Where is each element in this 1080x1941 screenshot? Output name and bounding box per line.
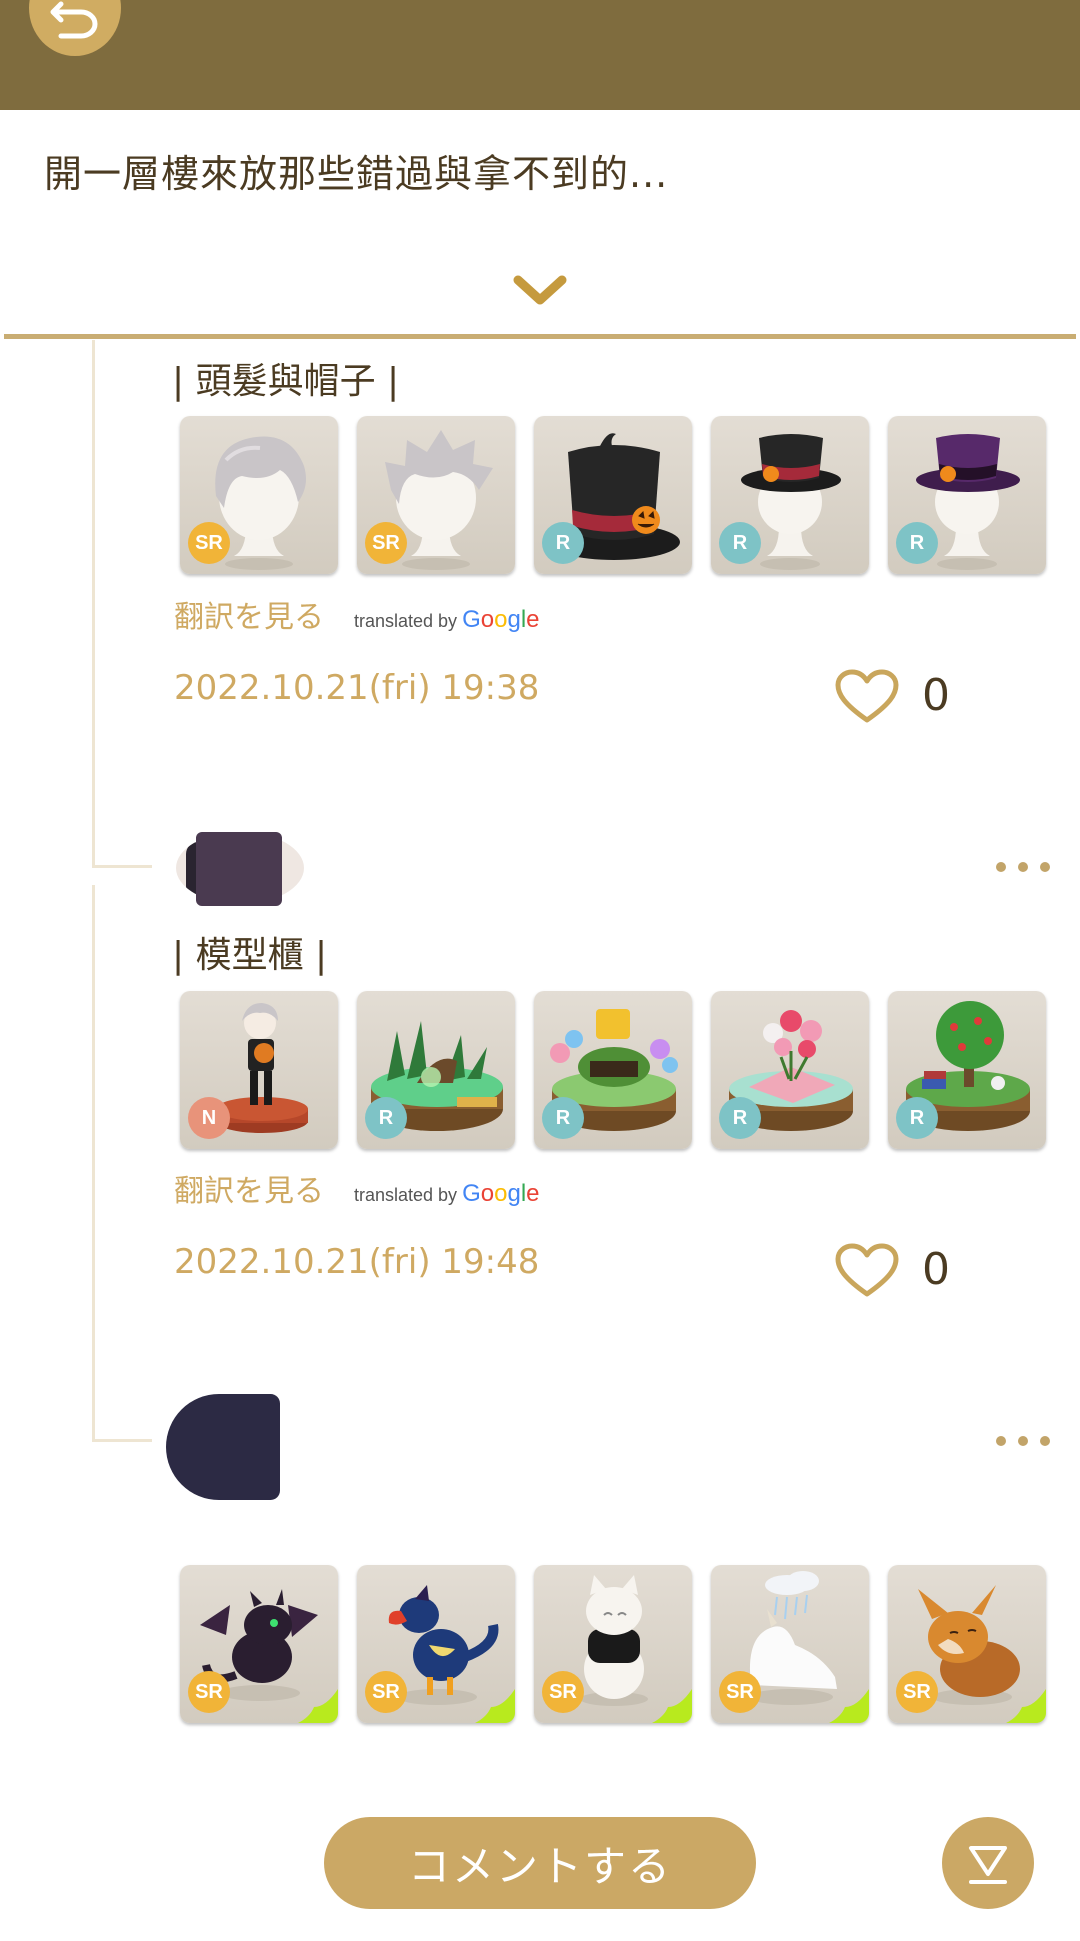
see-translation-link[interactable]: 翻訳を見る [174, 1166, 324, 1210]
post-timestamp: 2022.10.21(fri) 19:48 [174, 1242, 540, 1282]
rarity-badge: R [719, 1097, 761, 1139]
top-bar [0, 0, 1080, 110]
translated-by-label: translated by Google [354, 1180, 540, 1208]
expand-button[interactable] [512, 272, 568, 312]
rarity-badge: R [896, 1097, 938, 1139]
censored-username [196, 832, 282, 906]
google-logo: Google [462, 1180, 539, 1207]
rarity-badge: R [365, 1097, 407, 1139]
item-thumbnail[interactable]: R [534, 416, 692, 574]
item-thumbnail[interactable]: SR [357, 1565, 515, 1723]
censored-avatar[interactable] [166, 1394, 280, 1500]
undo-arrow-icon [50, 1, 98, 39]
item-thumbnail[interactable]: R [711, 991, 869, 1149]
item-thumbnail[interactable]: SR [180, 416, 338, 574]
google-logo-letter: g [507, 606, 521, 633]
rarity-badge: R [542, 522, 584, 564]
item-thumbnail[interactable]: SR [534, 1565, 692, 1723]
google-logo: Google [462, 606, 539, 633]
more-dot [1018, 862, 1028, 872]
item-thumbnail[interactable]: SR [888, 1565, 1046, 1723]
rarity-badge: SR [896, 1671, 938, 1713]
rarity-badge: SR [365, 1671, 407, 1713]
item-thumbnail[interactable]: N [180, 991, 338, 1149]
rarity-badge: SR [188, 1671, 230, 1713]
heart-icon[interactable] [834, 668, 900, 726]
pet-paw-icon [298, 1689, 338, 1723]
pet-paw-icon [652, 1689, 692, 1723]
pet-paw-icon [829, 1689, 869, 1723]
google-logo-letter: o [494, 606, 508, 633]
item-thumbnail[interactable]: R [711, 416, 869, 574]
translated-by-text: translated by [354, 1185, 458, 1205]
rarity-badge: R [542, 1097, 584, 1139]
see-translation-link[interactable]: 翻訳を見る [174, 592, 324, 636]
item-thumbnail[interactable]: SR [711, 1565, 869, 1723]
google-logo-letter: G [462, 606, 481, 633]
google-logo-letter: o [494, 1180, 508, 1207]
rarity-badge: SR [542, 1671, 584, 1713]
more-dot [1040, 1436, 1050, 1446]
topic-divider [4, 334, 1076, 339]
pet-paw-icon [1006, 1689, 1046, 1723]
more-options-button[interactable] [996, 860, 1050, 874]
item-thumbnail[interactable]: R [888, 416, 1046, 574]
item-thumbnail[interactable]: SR [180, 1565, 338, 1723]
thread-connector [92, 865, 152, 868]
topic-title: 開一層樓來放那些錯過與拿不到的... [44, 152, 669, 196]
google-logo-letter: g [507, 1180, 521, 1207]
heart-icon[interactable] [834, 1242, 900, 1300]
google-logo-letter: e [526, 1180, 540, 1207]
more-dot [1018, 1436, 1028, 1446]
post-title: | 模型櫃 | [172, 935, 328, 976]
translated-by-text: translated by [354, 611, 458, 631]
like-count: 0 [922, 670, 950, 721]
thread-connector [92, 1439, 152, 1442]
item-thumbnail[interactable]: R [357, 991, 515, 1149]
item-list: N R R R R [180, 991, 1046, 1149]
item-thumbnail[interactable]: R [534, 991, 692, 1149]
comment-button[interactable]: コメントする [324, 1817, 756, 1909]
thread-line [92, 340, 95, 868]
google-logo-letter: G [462, 1180, 481, 1207]
rarity-badge: N [188, 1097, 230, 1139]
google-logo-letter: e [526, 606, 540, 633]
back-button[interactable] [29, 0, 121, 56]
post-title: | 頭髮與帽子 | [172, 361, 400, 402]
rarity-badge: R [719, 522, 761, 564]
post-timestamp: 2022.10.21(fri) 19:38 [174, 668, 540, 708]
google-logo-letter: o [480, 1180, 495, 1207]
translate-row: 翻訳を見る translated by Google [174, 592, 540, 636]
google-logo-letter: o [480, 606, 495, 633]
more-dot [1040, 862, 1050, 872]
thread-line [92, 885, 95, 1441]
like-count: 0 [922, 1244, 950, 1295]
rarity-badge: SR [365, 522, 407, 564]
more-dot [996, 1436, 1006, 1446]
chevron-down-icon [513, 275, 567, 305]
more-options-button[interactable] [996, 1434, 1050, 1448]
rarity-badge: SR [719, 1671, 761, 1713]
rarity-badge: R [896, 522, 938, 564]
scroll-to-bottom-button[interactable] [942, 1817, 1034, 1909]
translated-by-label: translated by Google [354, 606, 540, 634]
item-thumbnail[interactable]: R [888, 991, 1046, 1149]
rarity-badge: SR [188, 522, 230, 564]
item-list: SR SR SR SR SR [180, 1565, 1046, 1723]
item-thumbnail[interactable]: SR [357, 416, 515, 574]
translate-row: 翻訳を見る translated by Google [174, 1166, 540, 1210]
item-list: SR SR R R R [180, 416, 1046, 574]
scroll-to-bottom-icon [969, 1846, 1007, 1884]
pet-paw-icon [475, 1689, 515, 1723]
more-dot [996, 862, 1006, 872]
